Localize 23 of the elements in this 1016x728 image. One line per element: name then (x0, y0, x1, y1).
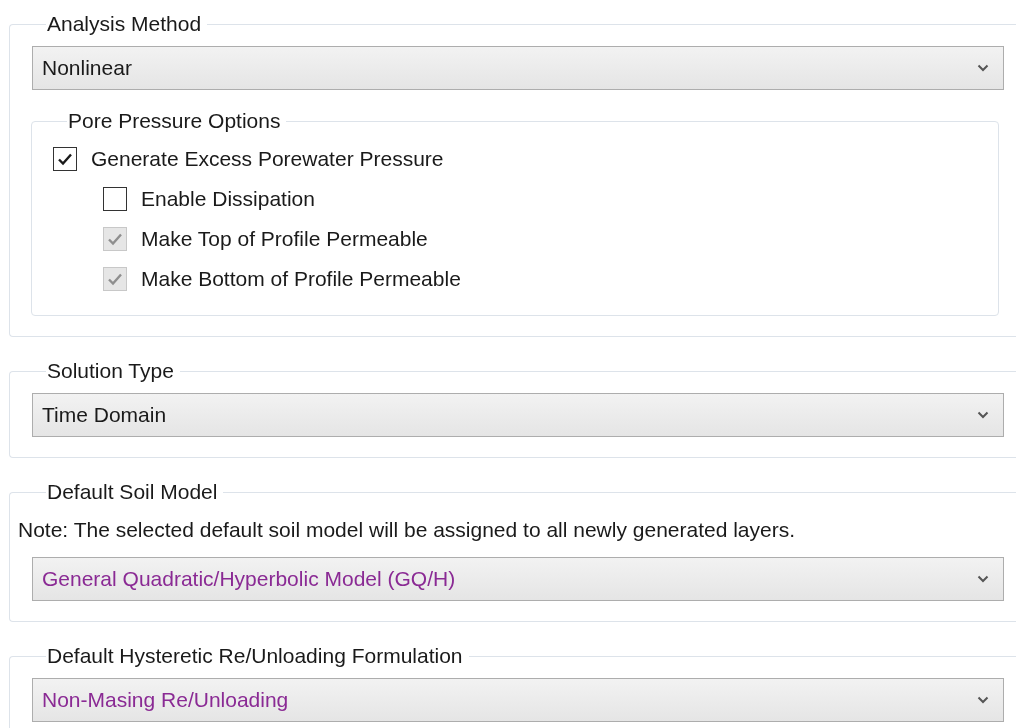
chevron-down-icon (977, 696, 989, 704)
check-icon (107, 232, 123, 246)
dropdown[interactable]: General Quadratic/Hyperbolic Model (GQ/H) (32, 557, 1004, 601)
group-title: Analysis Method (46, 11, 203, 37)
note-text: Note: The selected default soil model will be assigned to all newly generated layers. (18, 517, 797, 543)
check-icon (107, 272, 123, 286)
dropdown[interactable]: Time Domain (32, 393, 1004, 437)
checkbox[interactable] (53, 147, 77, 171)
checkbox-label: Make Top of Profile Permeable (141, 227, 428, 251)
checkbox-label: Generate Excess Porewater Pressure (91, 147, 444, 171)
chevron-down-icon (977, 64, 989, 72)
group-title: Default Soil Model (46, 479, 219, 505)
group-title: Solution Type (46, 358, 175, 384)
group-title: Pore Pressure Options (67, 108, 282, 134)
chevron-down-icon (977, 411, 989, 419)
dropdown[interactable]: Non-Masing Re/Unloading (32, 678, 1004, 722)
checkbox-label: Make Bottom of Profile Permeable (141, 267, 461, 291)
checkbox[interactable] (103, 187, 127, 211)
group-title: Default Hysteretic Re/Unloading Formulation (46, 643, 464, 669)
chevron-down-icon (977, 575, 989, 583)
checkbox-label: Enable Dissipation (141, 187, 315, 211)
dropdown[interactable]: Nonlinear (32, 46, 1004, 90)
check-icon (57, 152, 73, 166)
